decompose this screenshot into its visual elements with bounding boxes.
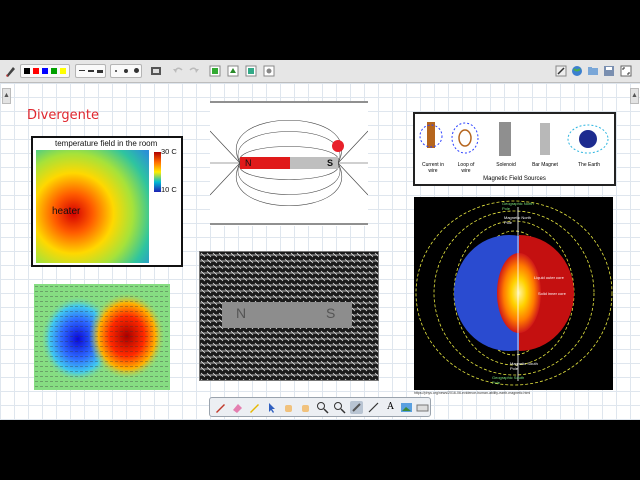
bottom-black-bar [0, 420, 640, 480]
highlighter-tool-icon[interactable] [248, 401, 261, 414]
bar-magnet-field-lines: N S [209, 101, 369, 226]
liquid-core-label: Liquid outer core [534, 275, 564, 280]
earth-source-url[interactable]: https://phys.org/news/2016-06-evidence-h… [414, 391, 613, 395]
geo-south-label: Geographic South Pole [492, 375, 525, 385]
line-style-group[interactable] [75, 64, 106, 78]
geo-north-label: Geographic North Pole [502, 201, 534, 211]
export-icon[interactable] [227, 64, 239, 78]
hand-tool-icon[interactable] [282, 401, 295, 414]
globe-icon[interactable] [571, 64, 583, 78]
pen-icon[interactable] [4, 64, 16, 78]
source-label-loop: Loop of wire [457, 162, 475, 174]
insert-page-icon[interactable] [209, 64, 221, 78]
zoom-out-icon[interactable] [333, 401, 346, 414]
color-swatch-yellow[interactable] [60, 68, 66, 74]
color-swatch-red[interactable] [33, 68, 39, 74]
earth-magnetic-field-figure: Geographic North Pole Magnetic North Pol… [414, 197, 613, 390]
colors-group[interactable] [20, 64, 70, 78]
right-scroll-handle[interactable]: ▲ [630, 88, 639, 104]
iron-filings-magnet: N S [199, 251, 379, 381]
heater-label: heater [52, 206, 81, 217]
screen-icon[interactable] [150, 64, 162, 78]
pen-tool-icon[interactable] [214, 401, 227, 414]
save-icon[interactable] [603, 64, 615, 78]
hand-alt-tool-icon[interactable] [299, 401, 312, 414]
mag-north-label: Magnetic North Pole [504, 215, 532, 225]
color-swatch-black[interactable] [24, 68, 30, 74]
source-label-bar-magnet: Bar Magnet [532, 162, 558, 168]
bottom-tool-palette: A [209, 397, 431, 417]
dipole-divergence-figure [34, 284, 170, 390]
top-black-bar [0, 0, 640, 60]
eraser-tool-icon[interactable] [231, 401, 244, 414]
undo-icon[interactable] [172, 64, 184, 78]
top-toolbar [0, 60, 640, 83]
laser-tool-icon[interactable] [350, 401, 363, 414]
solid-core-label: Solid inner core [538, 291, 566, 296]
zoom-in-icon[interactable] [316, 401, 329, 414]
pointer-tool-icon[interactable] [265, 401, 278, 414]
dot-size-group[interactable] [110, 64, 142, 78]
fullscreen-icon[interactable] [620, 64, 632, 78]
temperature-title: temperature field in the room [55, 139, 158, 148]
field-sources-caption: Magnetic Field Sources [483, 176, 546, 182]
filings-pole-n: N [236, 305, 247, 321]
text-tool-icon[interactable]: A [384, 401, 397, 414]
folder-icon[interactable] [587, 64, 599, 78]
filings-pole-s: S [326, 305, 336, 321]
left-scroll-handle[interactable]: ▲ [2, 88, 11, 104]
temperature-field-figure: temperature field in the room heater 30 … [31, 136, 183, 267]
scale-min-label: 10 C [161, 185, 177, 194]
redo-icon[interactable] [188, 64, 200, 78]
mag-south-label: Magnetic South Pole [510, 361, 538, 371]
pole-n-label: N [245, 158, 252, 168]
line-tool-icon[interactable] [367, 401, 380, 414]
source-label-earth: The Earth [578, 162, 600, 168]
source-label-wire: Current in wire [422, 162, 444, 174]
import-icon[interactable] [245, 64, 257, 78]
image-tool-icon[interactable] [400, 401, 413, 414]
color-swatch-blue[interactable] [42, 68, 48, 74]
scale-max-label: 30 C [161, 147, 177, 156]
magnetic-field-sources-figure: Current in wire Loop of wire Solenoid Ba… [413, 112, 616, 186]
present-icon[interactable] [263, 64, 275, 78]
source-label-solenoid: Solenoid [496, 162, 516, 168]
color-swatch-green[interactable] [51, 68, 57, 74]
edit-icon[interactable] [555, 64, 567, 78]
page-title: Divergente [27, 108, 100, 123]
pole-s-label: S [327, 158, 334, 168]
keyboard-icon[interactable] [416, 401, 429, 414]
